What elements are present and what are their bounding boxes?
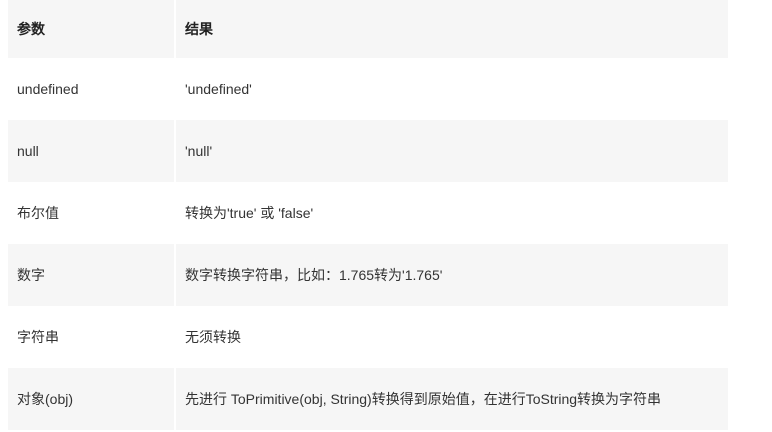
table-row: null 'null' <box>8 120 728 182</box>
header-result: 结果 <box>176 0 728 58</box>
cell-result: 'null' <box>176 120 728 182</box>
cell-result: 无须转换 <box>176 306 728 368</box>
table-row: undefined 'undefined' <box>8 58 728 120</box>
tostring-conversion-table: 参数 结果 undefined 'undefined' null 'null' … <box>8 0 728 430</box>
cell-param: null <box>8 120 176 182</box>
cell-param: 对象(obj) <box>8 368 176 430</box>
header-param: 参数 <box>8 0 176 58</box>
cell-param: undefined <box>8 58 176 120</box>
cell-result: 转换为'true' 或 'false' <box>176 182 728 244</box>
conversion-table-container: 参数 结果 undefined 'undefined' null 'null' … <box>8 0 728 430</box>
cell-param: 字符串 <box>8 306 176 368</box>
table-row: 布尔值 转换为'true' 或 'false' <box>8 182 728 244</box>
cell-result: 'undefined' <box>176 58 728 120</box>
cell-param: 布尔值 <box>8 182 176 244</box>
table-header-row: 参数 结果 <box>8 0 728 58</box>
cell-param: 数字 <box>8 244 176 306</box>
cell-result: 先进行 ToPrimitive(obj, String)转换得到原始值，在进行T… <box>176 368 728 430</box>
table-row: 字符串 无须转换 <box>8 306 728 368</box>
table-row: 对象(obj) 先进行 ToPrimitive(obj, String)转换得到… <box>8 368 728 430</box>
table-row: 数字 数字转换字符串，比如：1.765转为'1.765' <box>8 244 728 306</box>
cell-result: 数字转换字符串，比如：1.765转为'1.765' <box>176 244 728 306</box>
